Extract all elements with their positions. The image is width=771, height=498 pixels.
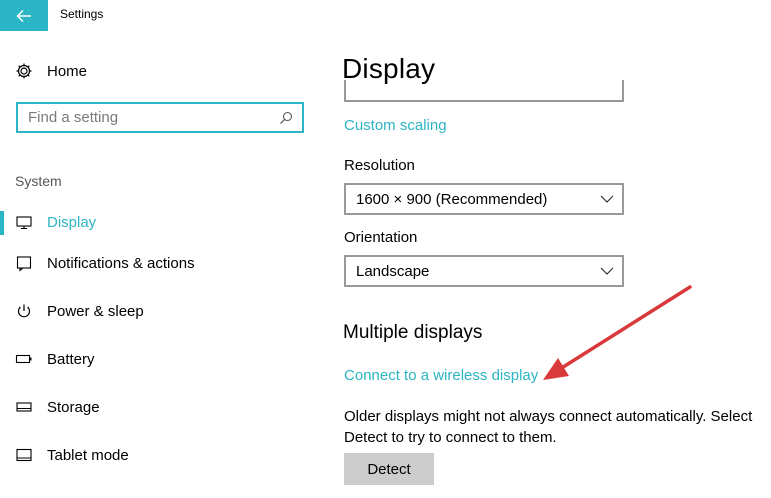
sidebar-nav: Display Notifications & actions Power & … bbox=[0, 205, 320, 479]
storage-icon bbox=[15, 398, 33, 416]
chevron-down-icon bbox=[600, 264, 614, 278]
back-button[interactable] bbox=[0, 0, 48, 31]
settings-window: Settings Home System bbox=[0, 0, 771, 498]
custom-scaling-link[interactable]: Custom scaling bbox=[344, 117, 447, 134]
sidebar-item-label: Battery bbox=[47, 350, 95, 368]
power-icon bbox=[15, 302, 33, 320]
sidebar-item-tablet-mode[interactable]: Tablet mode bbox=[0, 431, 320, 479]
sidebar-item-label: Notifications & actions bbox=[47, 254, 195, 272]
section-label-system: System bbox=[15, 173, 62, 189]
orientation-dropdown[interactable]: Landscape bbox=[344, 255, 624, 287]
sidebar-item-storage[interactable]: Storage bbox=[0, 383, 320, 431]
resolution-label: Resolution bbox=[344, 157, 415, 174]
monitor-icon bbox=[15, 213, 33, 231]
orientation-value: Landscape bbox=[356, 262, 430, 280]
window-title: Settings bbox=[60, 7, 104, 21]
multiple-displays-heading: Multiple displays bbox=[343, 322, 483, 343]
sidebar-item-label: Tablet mode bbox=[47, 446, 129, 464]
sidebar-item-display[interactable]: Display bbox=[0, 205, 320, 239]
resolution-value: 1600 × 900 (Recommended) bbox=[356, 190, 548, 208]
tablet-icon bbox=[15, 446, 33, 464]
gear-icon bbox=[15, 62, 33, 80]
detect-note: Older displays might not always connect … bbox=[344, 408, 753, 446]
sidebar-item-notifications[interactable]: Notifications & actions bbox=[0, 239, 320, 287]
orientation-label: Orientation bbox=[344, 229, 418, 246]
notification-icon bbox=[15, 254, 33, 272]
sidebar-item-power-sleep[interactable]: Power & sleep bbox=[0, 287, 320, 335]
home-nav-item[interactable]: Home bbox=[15, 60, 87, 82]
sidebar-item-battery[interactable]: Battery bbox=[0, 335, 320, 383]
back-arrow-icon bbox=[16, 9, 31, 22]
battery-icon bbox=[15, 350, 33, 368]
connect-wireless-display-link[interactable]: Connect to a wireless display bbox=[344, 367, 538, 384]
search-input[interactable] bbox=[28, 109, 278, 126]
search-box bbox=[16, 102, 304, 133]
search-icon[interactable] bbox=[278, 110, 294, 126]
page-title: Display bbox=[342, 53, 436, 84]
detect-button[interactable]: Detect bbox=[344, 453, 434, 485]
home-label: Home bbox=[47, 62, 88, 80]
sidebar-item-label: Power & sleep bbox=[47, 302, 144, 320]
resolution-dropdown[interactable]: 1600 × 900 (Recommended) bbox=[344, 183, 624, 215]
chevron-down-icon bbox=[600, 192, 614, 206]
sidebar-item-label: Storage bbox=[47, 398, 100, 416]
sidebar-item-label: Display bbox=[47, 213, 97, 231]
